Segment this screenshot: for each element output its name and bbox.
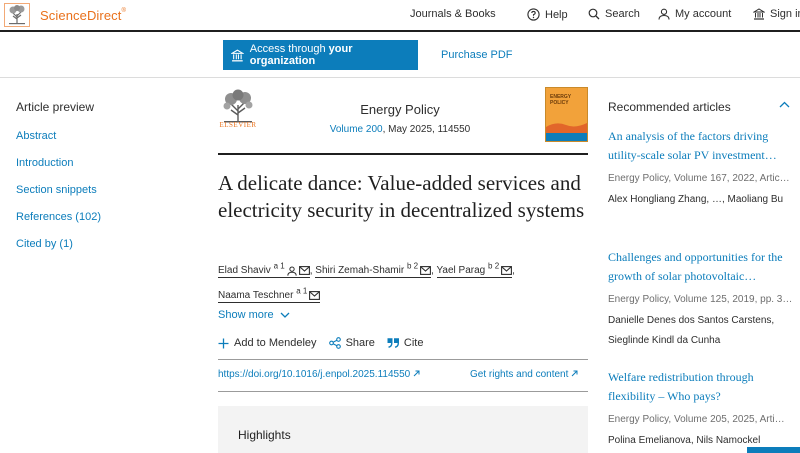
recommended-article-title[interactable]: Challenges and opportunities for the gro… <box>608 248 793 286</box>
person-icon <box>287 266 297 276</box>
nav-journals-books[interactable]: Journals & Books <box>410 8 496 20</box>
external-link-icon <box>571 370 578 377</box>
chevron-up-icon[interactable] <box>779 101 790 108</box>
sidebar-item-introduction[interactable]: Introduction <box>16 157 73 169</box>
author-link[interactable]: Shiri Zemah-Shamir b 2 <box>315 262 432 279</box>
sidebar-item-references[interactable]: References (102) <box>16 211 101 223</box>
sidebar-item-abstract[interactable]: Abstract <box>16 130 56 142</box>
article-preview-heading: Article preview <box>16 100 95 114</box>
purchase-pdf-link[interactable]: Purchase PDF <box>441 49 513 61</box>
cite-button[interactable]: Cite <box>387 337 423 349</box>
recommended-article-meta: Energy Policy, Volume 205, 2025, Arti… <box>608 414 785 425</box>
show-more-button[interactable]: Show more <box>218 309 290 321</box>
elsevier-wordmark: ELSEVIER <box>219 121 257 129</box>
nav-search[interactable]: Search <box>588 8 640 20</box>
journal-name[interactable]: Energy Policy <box>270 102 530 117</box>
volume-line: Volume 200, May 2025, 114550 <box>329 124 471 135</box>
header-divider <box>218 153 588 155</box>
nav-help[interactable]: Help <box>527 8 568 21</box>
access-bar: Access through your organization Purchas… <box>0 34 800 78</box>
doi-link[interactable]: https://doi.org/10.1016/j.enpol.2025.114… <box>218 369 420 380</box>
journal-cover-image[interactable]: ENERGY POLICY <box>545 87 588 142</box>
recommended-articles-heading: Recommended articles <box>608 100 731 114</box>
sidebar-item-cited-by[interactable]: Cited by (1) <box>16 238 73 250</box>
institution-icon <box>231 49 244 61</box>
actions-divider <box>218 359 588 360</box>
sidebar-item-section-snippets[interactable]: Section snippets <box>16 184 97 196</box>
envelope-icon <box>309 290 321 300</box>
recommended-article-title[interactable]: An analysis of the factors driving utili… <box>608 127 793 165</box>
recommended-article-meta: Energy Policy, Volume 125, 2019, pp. 3… <box>608 294 793 305</box>
recommended-article: An analysis of the factors driving utili… <box>608 127 793 210</box>
author-link[interactable]: Elad Shaviv a 1 <box>218 262 310 279</box>
nav-sign-in[interactable]: Sign in <box>753 8 800 20</box>
recommended-article-authors: Danielle Denes dos Santos Carstens, Sieg… <box>608 315 775 346</box>
highlights-heading: Highlights <box>238 428 291 442</box>
share-icon <box>328 337 341 349</box>
institution-icon <box>753 8 765 20</box>
recommended-article-meta: Energy Policy, Volume 167, 2022, Artic… <box>608 173 790 184</box>
chevron-down-icon <box>280 312 290 318</box>
article-actions: Add to Mendeley Share Cite <box>218 337 423 349</box>
feedback-tab[interactable] <box>747 447 800 453</box>
volume-link[interactable]: Volume 200 <box>330 124 383 135</box>
cover-graphic <box>546 122 587 133</box>
envelope-icon <box>501 266 513 276</box>
brand-name[interactable]: ScienceDirect® <box>40 8 126 23</box>
recommended-article-authors: Alex Hongliang Zhang, …, Maoliang Bu <box>608 194 784 205</box>
search-icon <box>588 8 600 20</box>
recommended-article: Challenges and opportunities for the gro… <box>608 248 793 351</box>
share-button[interactable]: Share <box>328 337 375 349</box>
quote-icon <box>387 338 399 348</box>
author-link[interactable]: Yael Parag b 2 <box>436 262 513 279</box>
cover-title: ENERGY POLICY <box>550 94 572 106</box>
top-header: ScienceDirect® Journals & Books Help Sea… <box>0 0 800 32</box>
recommended-article: Welfare redistribution through flexibili… <box>608 368 793 451</box>
recommended-article-title[interactable]: Welfare redistribution through flexibili… <box>608 368 793 406</box>
cover-band <box>546 133 587 141</box>
help-icon <box>527 8 540 21</box>
person-icon <box>658 8 670 20</box>
elsevier-tree-logo[interactable] <box>4 3 30 27</box>
doi-divider <box>218 391 588 392</box>
nav-my-account[interactable]: My account <box>658 8 731 20</box>
author-link[interactable]: Naama Teschner a 1 <box>218 286 321 303</box>
envelope-icon <box>420 266 432 276</box>
highlights-section: Highlights <box>218 406 588 453</box>
external-link-icon <box>413 370 420 377</box>
add-to-mendeley-button[interactable]: Add to Mendeley <box>218 337 317 349</box>
article-title: A delicate dance: Value-added services a… <box>218 171 585 222</box>
access-through-organization-button[interactable]: Access through your organization <box>223 40 418 70</box>
envelope-icon <box>298 266 310 276</box>
get-rights-link[interactable]: Get rights and content <box>470 369 578 380</box>
author-list: Elad Shaviv a 1, Shiri Zemah-Shamir b 2,… <box>218 262 515 303</box>
plus-icon <box>218 338 229 348</box>
